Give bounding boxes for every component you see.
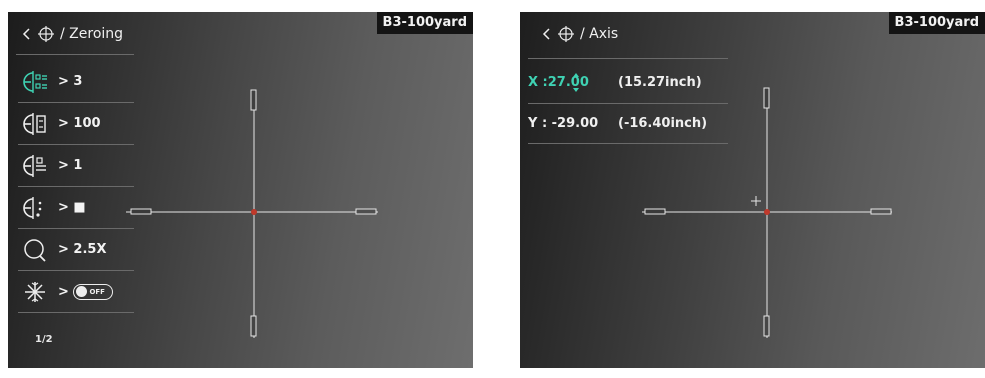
toggle-state: OFF: [89, 287, 105, 296]
menu-item-reticle-style[interactable]: > 1: [18, 145, 134, 187]
crosshair-icon: [558, 26, 574, 42]
y-axis-inches: (-16.40inch): [618, 115, 708, 131]
menu-header: / Axis: [542, 26, 618, 42]
header-divider: [528, 58, 728, 59]
menu-item-freeze[interactable]: > OFF: [18, 271, 134, 313]
page-title: / Zeroing: [60, 26, 124, 42]
reticle-bottom-bar: [763, 315, 770, 337]
reticle-top-bar: [250, 89, 257, 111]
page-indicator: 1/2: [35, 334, 53, 345]
profile-tag: B3-100yard: [376, 12, 473, 34]
menu-item-zeroing-distance[interactable]: > 100: [18, 103, 134, 145]
x-axis-row[interactable]: X :27.00 (15.27inch): [528, 68, 728, 96]
reticle: [642, 87, 892, 338]
page-title: / Axis: [580, 26, 619, 42]
freeze-prefix: >: [58, 284, 69, 299]
menu-item-zoom[interactable]: > 2.5X: [18, 229, 134, 271]
chevron-left-icon[interactable]: [542, 27, 552, 41]
y-axis-value: Y : -29.00: [528, 115, 599, 131]
menu-item-value: > ■: [58, 200, 86, 215]
menu-header: / Zeroing: [22, 26, 123, 42]
menu-item-value: > 3: [58, 74, 83, 89]
toggle-knob: [76, 286, 88, 297]
menu-item-value: > OFF: [58, 283, 114, 300]
reticle-top-bar: [763, 87, 770, 109]
reticle-bottom-bar: [250, 315, 257, 337]
zeroing-screen: B3-100yard / Zeroing > 3 > 100 > 1 > ■ >…: [8, 12, 473, 368]
x-axis-field[interactable]: X :27.00: [528, 72, 618, 92]
reticle-right-bar: [870, 208, 892, 215]
impact-point-marker: [751, 196, 761, 206]
menu-item-value: > 100: [58, 116, 101, 131]
x-axis-inches: (15.27inch): [618, 74, 702, 90]
zeroing-shots-icon: [18, 68, 52, 96]
menu-item-value: > 1: [58, 158, 83, 173]
zeroing-distance-icon: [18, 110, 52, 138]
freeze-icon: [18, 278, 52, 306]
chevron-left-icon[interactable]: [22, 27, 32, 41]
zeroing-reticle-color-icon: [18, 194, 52, 222]
crosshair-icon: [38, 26, 54, 42]
x-increase-arrow-icon[interactable]: [573, 72, 579, 77]
reticle-center-dot: [764, 209, 770, 215]
reticle-left-bar: [130, 208, 152, 215]
axis-screen: B3-100yard / Axis X :27.00 (15.27inch) Y…: [520, 12, 985, 368]
zoom-icon: [18, 236, 52, 264]
reticle-center-dot: [251, 209, 257, 215]
menu-item-zeroing-shots[interactable]: > 3: [18, 61, 134, 103]
profile-tag: B3-100yard: [888, 12, 985, 34]
row-divider: [528, 143, 728, 144]
freeze-toggle[interactable]: OFF: [73, 283, 114, 300]
zeroing-reticle-style-icon: [18, 152, 52, 180]
x-axis-value: 27.00: [547, 74, 589, 90]
y-axis-row[interactable]: Y : -29.00 (-16.40inch): [528, 109, 728, 137]
menu-item-value: > 2.5X: [58, 242, 107, 257]
x-axis-label: X :: [528, 74, 548, 90]
menu-item-reticle-color[interactable]: > ■: [18, 187, 134, 229]
header-divider: [16, 54, 134, 55]
row-divider: [528, 103, 728, 104]
x-decrease-arrow-icon[interactable]: [573, 87, 579, 92]
reticle-right-bar: [355, 208, 377, 215]
reticle-left-bar: [644, 208, 666, 215]
